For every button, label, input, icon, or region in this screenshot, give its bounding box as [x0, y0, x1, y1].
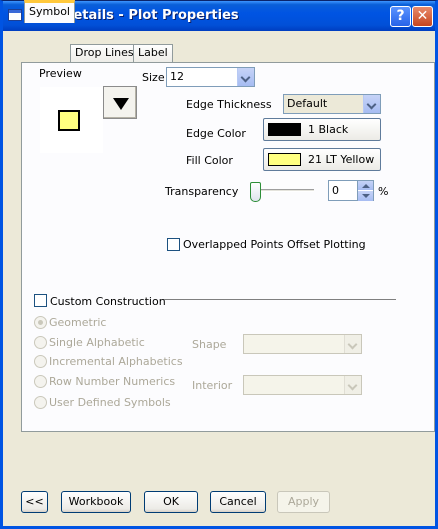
- preview-label: Preview: [39, 67, 82, 80]
- option-user-defined-symbols-label: User Defined Symbols: [49, 396, 171, 409]
- interior-label: Interior: [192, 379, 233, 392]
- tab-drop-lines[interactable]: Drop Lines: [70, 44, 139, 63]
- transparency-input[interactable]: 0: [328, 180, 358, 201]
- divider: [164, 299, 396, 301]
- shape-label: Shape: [192, 338, 227, 351]
- size-combo[interactable]: 12: [166, 67, 255, 87]
- tab-symbol[interactable]: Symbol: [24, 0, 75, 23]
- window-icon: [8, 9, 22, 21]
- size-label: Size: [142, 71, 165, 84]
- chevron-down-icon[interactable]: [237, 68, 254, 86]
- help-button[interactable]: ?: [390, 6, 411, 27]
- ok-button[interactable]: OK: [144, 491, 198, 513]
- interior-combo[interactable]: [243, 375, 362, 395]
- overlapped-points-checkbox[interactable]: [167, 238, 180, 251]
- edge-color-button[interactable]: 1 Black: [263, 118, 381, 141]
- fill-color-swatch: [268, 153, 301, 166]
- transparency-slider-thumb[interactable]: [250, 182, 261, 202]
- tab-label[interactable]: Label: [133, 44, 173, 63]
- edge-thickness-combo[interactable]: Default: [283, 94, 381, 114]
- fill-color-button[interactable]: 21 LT Yellow: [263, 148, 381, 171]
- cancel-button[interactable]: Cancel: [210, 491, 266, 513]
- option-row-number-numerics-label: Row Number Numerics: [49, 375, 176, 388]
- transparency-spinner[interactable]: [357, 180, 374, 201]
- chevron-down-icon[interactable]: [344, 376, 361, 394]
- radio-row-number-numerics[interactable]: [34, 375, 47, 388]
- radio-incremental-alphabetics[interactable]: [34, 355, 47, 368]
- custom-construction-checkbox[interactable]: [34, 294, 47, 307]
- option-single-alphabetic-label: Single Alphabetic: [49, 336, 145, 349]
- chevron-down-icon[interactable]: [344, 335, 361, 353]
- radio-user-defined-symbols[interactable]: [34, 396, 47, 409]
- symbol-gallery-button[interactable]: [103, 86, 137, 119]
- transparency-unit: %: [378, 185, 389, 198]
- spin-down-icon[interactable]: [358, 191, 373, 201]
- option-incremental-alphabetics-label: Incremental Alphabetics: [49, 355, 183, 368]
- edge-thickness-value: Default: [287, 97, 328, 110]
- collapse-button[interactable]: <<: [21, 491, 48, 513]
- close-button[interactable]: ✕: [412, 6, 433, 27]
- radio-geometric[interactable]: [34, 316, 47, 329]
- triangle-down-icon: [113, 98, 129, 110]
- overlapped-points-label: Overlapped Points Offset Plotting: [183, 238, 366, 251]
- fill-color-value: 21 LT Yellow: [308, 153, 375, 166]
- spin-up-icon[interactable]: [358, 181, 373, 191]
- edge-color-label: Edge Color: [186, 127, 246, 140]
- transparency-label: Transparency: [165, 185, 239, 198]
- size-value: 12: [170, 70, 184, 83]
- shape-combo[interactable]: [243, 334, 362, 354]
- custom-construction-label: Custom Construction: [50, 295, 166, 308]
- fill-color-label: Fill Color: [186, 154, 233, 167]
- workbook-button[interactable]: Workbook: [61, 491, 131, 513]
- radio-single-alphabetic[interactable]: [34, 336, 47, 349]
- symbol-preview-square: [58, 110, 80, 131]
- edge-color-swatch: [268, 123, 301, 136]
- transparency-slider-track[interactable]: [256, 189, 314, 192]
- apply-button[interactable]: Apply: [277, 491, 330, 513]
- option-geometric-label: Geometric: [49, 316, 107, 329]
- edge-color-value: 1 Black: [308, 123, 349, 136]
- chevron-down-icon[interactable]: [363, 95, 380, 113]
- edge-thickness-label: Edge Thickness: [186, 98, 272, 111]
